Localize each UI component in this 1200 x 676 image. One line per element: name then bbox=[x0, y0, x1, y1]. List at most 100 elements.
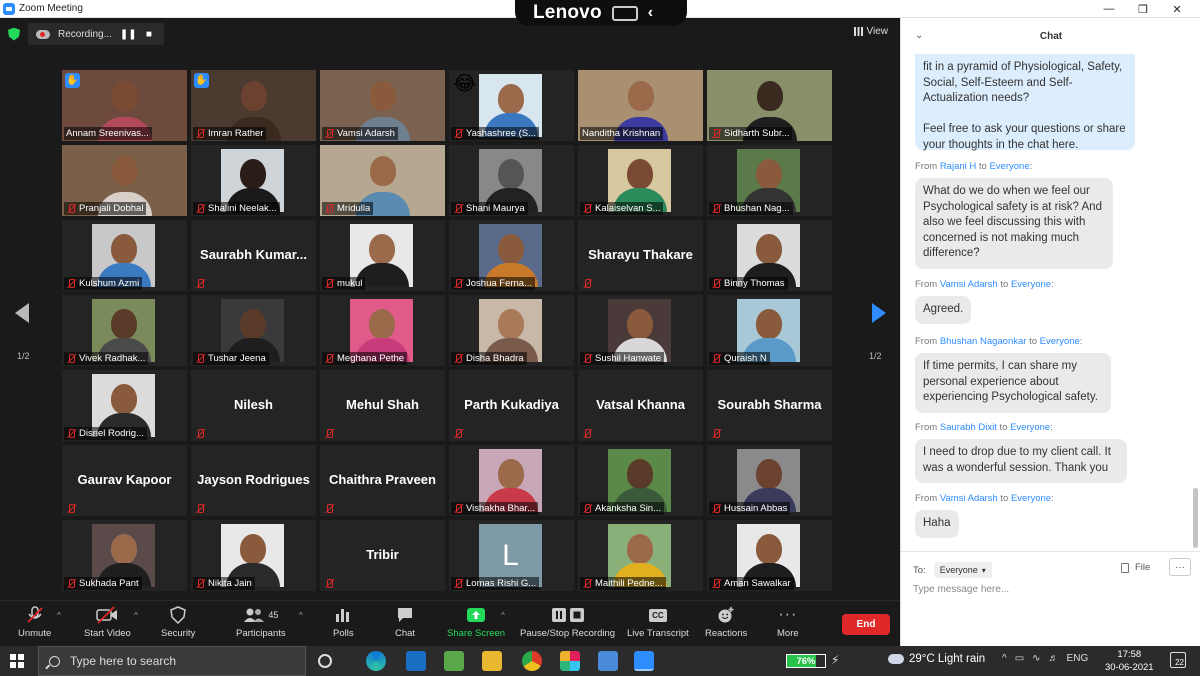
chat-sender-name[interactable]: Saurabh Dixit bbox=[940, 422, 997, 433]
language-indicator[interactable]: ENG bbox=[1067, 653, 1089, 664]
screen-icon[interactable] bbox=[611, 5, 638, 21]
participant-tile[interactable]: Kalaiselvan S... bbox=[578, 145, 703, 216]
participant-tile[interactable]: Shani Maurya bbox=[449, 145, 574, 216]
participants-options-caret-icon[interactable]: ^ bbox=[299, 611, 303, 620]
chevron-down-icon[interactable]: ⌄ bbox=[915, 30, 923, 41]
task-view-icon[interactable] bbox=[318, 654, 332, 668]
unmute-button[interactable]: Unmute bbox=[18, 605, 51, 639]
chat-recipient-name[interactable]: Everyone bbox=[1010, 422, 1050, 433]
participant-tile[interactable]: Sharayu Thakare bbox=[578, 220, 703, 291]
unmute-options-caret-icon[interactable]: ^ bbox=[57, 611, 61, 620]
participant-tile[interactable]: Vivek Radhak... bbox=[62, 295, 187, 366]
wifi-icon[interactable]: ∿ bbox=[1032, 653, 1040, 664]
file-button[interactable]: File bbox=[1121, 562, 1150, 573]
slack-icon[interactable] bbox=[560, 651, 580, 671]
windows-start-icon[interactable] bbox=[10, 654, 24, 668]
file-explorer-icon[interactable] bbox=[482, 651, 502, 671]
chat-button[interactable]: Chat bbox=[395, 605, 415, 639]
participant-tile[interactable]: Jayson Rodrigues bbox=[191, 445, 316, 516]
participant-tile[interactable]: ✋ Annam Sreenivas... bbox=[62, 70, 187, 141]
weather-widget[interactable]: 29°C Light rain bbox=[888, 653, 985, 665]
participant-tile[interactable]: 😂 Yashashree (S... bbox=[449, 70, 574, 141]
reactions-button[interactable]: Reactions bbox=[705, 605, 747, 639]
encryption-shield-icon[interactable] bbox=[8, 27, 20, 41]
participant-tile[interactable]: Sidharth Subr... bbox=[707, 70, 832, 141]
participant-tile[interactable]: Mridulla bbox=[320, 145, 445, 216]
participant-tile[interactable]: Binny Thomas bbox=[707, 220, 832, 291]
chat-sender-name[interactable]: Rajani H bbox=[940, 161, 976, 172]
participant-tile[interactable]: ✋ Imran Rather bbox=[191, 70, 316, 141]
chat-recipient-name[interactable]: Everyone bbox=[1011, 493, 1051, 504]
chat-recipient-name[interactable]: Everyone bbox=[1011, 279, 1051, 290]
chevron-left-icon[interactable]: ‹ bbox=[648, 4, 653, 22]
view-button[interactable]: View bbox=[853, 26, 888, 37]
participant-tile[interactable]: Akanksha Sin... bbox=[578, 445, 703, 516]
end-meeting-button[interactable]: End bbox=[842, 614, 890, 635]
participant-tile[interactable]: mukul bbox=[320, 220, 445, 291]
participant-tile[interactable]: Tribir bbox=[320, 520, 445, 591]
participant-tile[interactable]: Nikita Jain bbox=[191, 520, 316, 591]
participant-tile[interactable]: Maithili Pedne... bbox=[578, 520, 703, 591]
security-button[interactable]: Security bbox=[161, 605, 195, 639]
participant-tile[interactable]: Gaurav Kapoor bbox=[62, 445, 187, 516]
battery-indicator[interactable]: 76% bbox=[786, 654, 826, 668]
more-button[interactable]: ··· More bbox=[777, 605, 799, 639]
close-button[interactable]: ✕ bbox=[1162, 0, 1192, 18]
calculator-icon[interactable] bbox=[598, 651, 618, 671]
participant-tile[interactable]: Shalini Neelak... bbox=[191, 145, 316, 216]
zoom-taskbar-icon[interactable] bbox=[634, 651, 654, 671]
participant-tile[interactable]: Chaithra Praveen bbox=[320, 445, 445, 516]
tray-expand-chevron-icon[interactable]: ^ bbox=[1002, 653, 1007, 664]
participant-tile[interactable]: Tushar Jeena bbox=[191, 295, 316, 366]
participant-tile[interactable]: Vishakha Bhar... bbox=[449, 445, 574, 516]
participant-tile[interactable]: Quraish N bbox=[707, 295, 832, 366]
participant-tile[interactable]: Vatsal Khanna bbox=[578, 370, 703, 441]
pause-stop-recording-button[interactable]: Pause/Stop Recording bbox=[520, 605, 615, 639]
chat-recipient-name[interactable]: Everyone bbox=[1040, 336, 1080, 347]
participant-tile[interactable]: Aman Sawalkar bbox=[707, 520, 832, 591]
chat-sender-name[interactable]: Vamsi Adarsh bbox=[940, 493, 998, 504]
notification-center-icon[interactable]: 22 bbox=[1170, 652, 1186, 668]
participant-tile[interactable]: Saurabh Kumar... bbox=[191, 220, 316, 291]
chat-recipient-name[interactable]: Everyone bbox=[989, 161, 1029, 172]
previous-page-arrow-icon[interactable] bbox=[15, 303, 29, 323]
video-options-caret-icon[interactable]: ^ bbox=[134, 611, 138, 620]
participant-tile[interactable]: Joshua Ferna... bbox=[449, 220, 574, 291]
volume-icon[interactable]: ♬ bbox=[1049, 653, 1059, 664]
participant-tile[interactable]: Meghana Pethe bbox=[320, 295, 445, 366]
chrome-icon[interactable] bbox=[522, 651, 542, 671]
chat-sender-name[interactable]: Vamsi Adarsh bbox=[940, 279, 998, 290]
share-screen-button[interactable]: Share Screen bbox=[447, 605, 505, 639]
participant-tile[interactable]: Kulshum Azmi bbox=[62, 220, 187, 291]
chat-more-options-icon[interactable]: ··· bbox=[1169, 558, 1191, 576]
start-video-button[interactable]: Start Video bbox=[84, 605, 131, 639]
next-page-arrow-icon[interactable] bbox=[872, 303, 886, 323]
participant-tile[interactable]: Nanditha Krishnan bbox=[578, 70, 703, 141]
minimize-button[interactable]: — bbox=[1094, 0, 1124, 18]
chat-sender-name[interactable]: Bhushan Nagaonkar bbox=[940, 336, 1027, 347]
pause-recording-icon[interactable]: ❚❚ bbox=[120, 29, 137, 40]
participant-tile[interactable]: Sushil Hanwate bbox=[578, 295, 703, 366]
network-icon[interactable]: ▭ bbox=[1015, 653, 1024, 664]
participant-tile[interactable]: Sourabh Sharma bbox=[707, 370, 832, 441]
system-clock[interactable]: 17:58 30-06-2021 bbox=[1105, 648, 1154, 674]
participant-tile[interactable]: Hussain Abbas bbox=[707, 445, 832, 516]
participant-tile[interactable]: Parth Kukadiya bbox=[449, 370, 574, 441]
store-icon[interactable] bbox=[406, 651, 426, 671]
live-transcript-button[interactable]: CC Live Transcript bbox=[627, 605, 689, 639]
participant-tile[interactable]: Disha Bhadra bbox=[449, 295, 574, 366]
share-options-caret-icon[interactable]: ^ bbox=[501, 611, 505, 620]
participant-tile[interactable]: Mehul Shah bbox=[320, 370, 445, 441]
participant-tile[interactable]: L Lomas Rishi G... bbox=[449, 520, 574, 591]
participant-tile[interactable]: Nilesh bbox=[191, 370, 316, 441]
participants-button[interactable]: 45 Participants bbox=[236, 605, 286, 639]
maximize-button[interactable]: ❐ bbox=[1128, 0, 1158, 18]
chat-message-input[interactable] bbox=[913, 584, 1183, 595]
recipient-select[interactable]: Everyone ▾ bbox=[933, 562, 992, 578]
notepad-icon[interactable] bbox=[444, 651, 464, 671]
polls-button[interactable]: Polls bbox=[333, 605, 354, 639]
scrollbar-thumb[interactable] bbox=[1193, 488, 1198, 548]
chat-scrollbar[interactable] bbox=[1193, 54, 1198, 548]
participant-tile[interactable]: Vamsi Adarsh bbox=[320, 70, 445, 141]
participant-tile[interactable]: Bhushan Nag... bbox=[707, 145, 832, 216]
